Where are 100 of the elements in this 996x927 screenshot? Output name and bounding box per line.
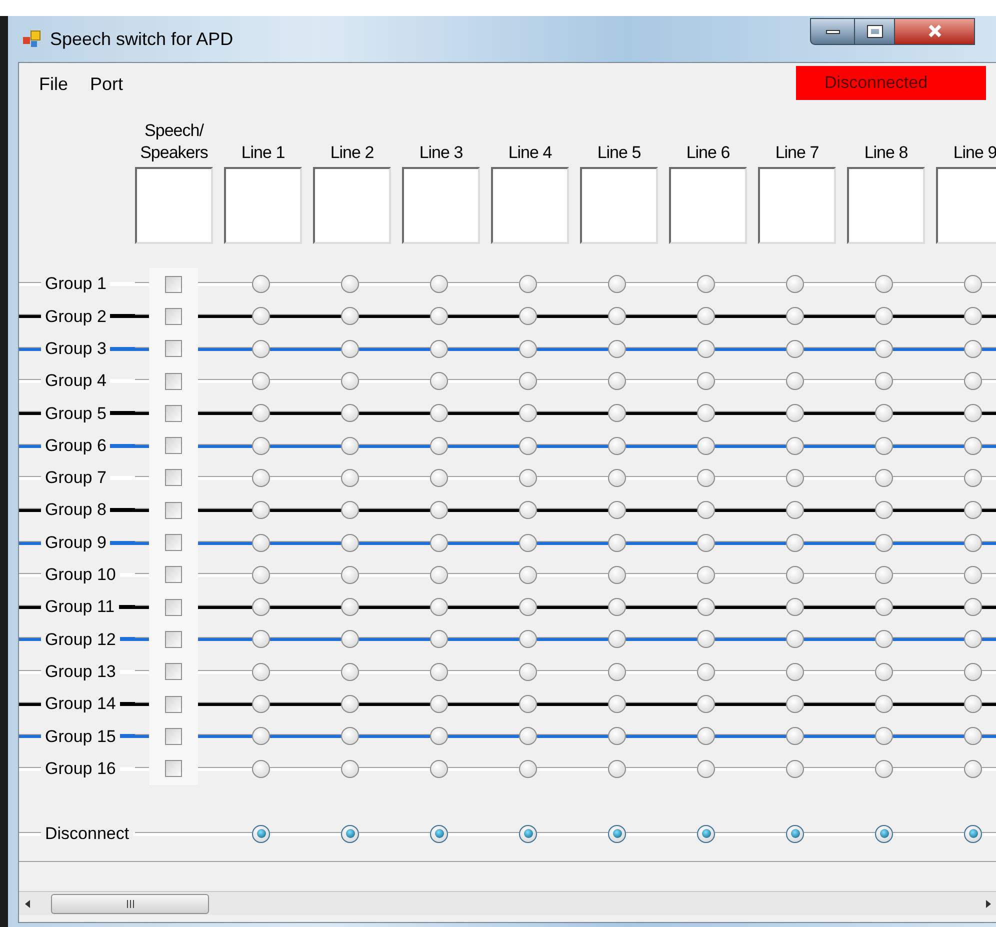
radio-button[interactable]	[786, 307, 804, 326]
radio-button[interactable]	[697, 824, 715, 843]
checkbox[interactable]	[165, 404, 182, 422]
radio-button[interactable]	[697, 372, 715, 390]
radio-button[interactable]	[519, 598, 537, 616]
radio-button[interactable]	[519, 695, 537, 713]
radio-button[interactable]	[875, 372, 893, 390]
radio-button[interactable]	[430, 307, 448, 326]
radio-button[interactable]	[697, 727, 715, 746]
radio-button[interactable]	[252, 372, 270, 390]
radio-button[interactable]	[608, 340, 626, 358]
radio-button[interactable]	[519, 468, 537, 487]
radio-button[interactable]	[875, 662, 893, 681]
radio-button[interactable]	[697, 695, 715, 713]
radio-button[interactable]	[786, 404, 804, 422]
radio-button[interactable]	[786, 824, 804, 843]
radio-button[interactable]	[964, 307, 982, 326]
radio-button[interactable]	[252, 727, 270, 746]
checkbox[interactable]	[165, 598, 182, 616]
radio-button[interactable]	[430, 662, 448, 681]
radio-button[interactable]	[341, 436, 359, 455]
radio-button[interactable]	[252, 340, 270, 358]
radio-button[interactable]	[252, 436, 270, 455]
radio-button[interactable]	[608, 534, 626, 552]
radio-button[interactable]	[519, 372, 537, 390]
radio-button[interactable]	[875, 501, 893, 520]
radio-button[interactable]	[519, 501, 537, 520]
checkbox[interactable]	[165, 437, 182, 454]
radio-button[interactable]	[608, 501, 626, 520]
radio-button[interactable]	[430, 404, 448, 422]
radio-button[interactable]	[519, 404, 537, 422]
radio-button[interactable]	[252, 630, 270, 648]
radio-button[interactable]	[875, 598, 893, 616]
checkbox[interactable]	[165, 696, 182, 712]
radio-button[interactable]	[341, 727, 359, 746]
radio-button[interactable]	[786, 436, 804, 455]
radio-button[interactable]	[875, 534, 893, 552]
radio-button[interactable]	[964, 662, 982, 681]
checkbox[interactable]	[165, 728, 182, 745]
radio-button[interactable]	[786, 598, 804, 616]
radio-button[interactable]	[697, 275, 715, 294]
radio-button[interactable]	[875, 760, 893, 778]
radio-button[interactable]	[964, 372, 982, 390]
radio-button[interactable]	[341, 468, 359, 487]
radio-button[interactable]	[430, 727, 448, 746]
radio-button[interactable]	[875, 340, 893, 358]
radio-button[interactable]	[964, 630, 982, 648]
radio-button[interactable]	[252, 307, 270, 326]
radio-button[interactable]	[964, 598, 982, 616]
radio-button[interactable]	[875, 630, 893, 648]
checkbox[interactable]	[165, 372, 182, 390]
checkbox[interactable]	[165, 502, 182, 519]
radio-button[interactable]	[964, 404, 982, 422]
radio-button[interactable]	[252, 275, 270, 294]
radio-button[interactable]	[519, 340, 537, 358]
radio-button[interactable]	[252, 760, 270, 778]
radio-button[interactable]	[430, 695, 448, 713]
menu-item[interactable]: File	[33, 71, 74, 98]
radio-button[interactable]	[341, 275, 359, 294]
radio-button[interactable]	[697, 436, 715, 455]
radio-button[interactable]	[252, 824, 270, 843]
radio-button[interactable]	[697, 598, 715, 616]
radio-button[interactable]	[875, 468, 893, 487]
radio-button[interactable]	[608, 372, 626, 390]
radio-button[interactable]	[430, 824, 448, 843]
checkbox[interactable]	[165, 760, 182, 778]
radio-button[interactable]	[964, 695, 982, 713]
radio-button[interactable]	[341, 372, 359, 390]
radio-button[interactable]	[608, 566, 626, 584]
radio-button[interactable]	[608, 598, 626, 616]
radio-button[interactable]	[964, 566, 982, 584]
scrollbar-thumb[interactable]	[51, 894, 209, 914]
radio-button[interactable]	[697, 501, 715, 520]
radio-button[interactable]	[608, 307, 626, 326]
radio-button[interactable]	[964, 468, 982, 487]
radio-button[interactable]	[519, 275, 537, 294]
radio-button[interactable]	[697, 566, 715, 584]
minimize-button[interactable]	[810, 18, 856, 45]
radio-button[interactable]	[786, 662, 804, 681]
radio-button[interactable]	[519, 534, 537, 552]
radio-button[interactable]	[430, 566, 448, 584]
radio-button[interactable]	[252, 404, 270, 422]
radio-button[interactable]	[697, 534, 715, 552]
radio-button[interactable]	[964, 824, 982, 843]
checkbox[interactable]	[165, 566, 182, 584]
radio-button[interactable]	[964, 436, 982, 455]
radio-button[interactable]	[519, 824, 537, 843]
radio-button[interactable]	[252, 695, 270, 713]
radio-button[interactable]	[964, 760, 982, 778]
radio-button[interactable]	[341, 760, 359, 778]
radio-button[interactable]	[786, 566, 804, 584]
radio-button[interactable]	[341, 404, 359, 422]
radio-button[interactable]	[252, 468, 270, 487]
radio-button[interactable]	[786, 630, 804, 648]
radio-button[interactable]	[430, 501, 448, 520]
radio-button[interactable]	[964, 534, 982, 552]
radio-button[interactable]	[252, 501, 270, 520]
radio-button[interactable]	[341, 340, 359, 358]
radio-button[interactable]	[697, 662, 715, 681]
radio-button[interactable]	[964, 275, 982, 294]
